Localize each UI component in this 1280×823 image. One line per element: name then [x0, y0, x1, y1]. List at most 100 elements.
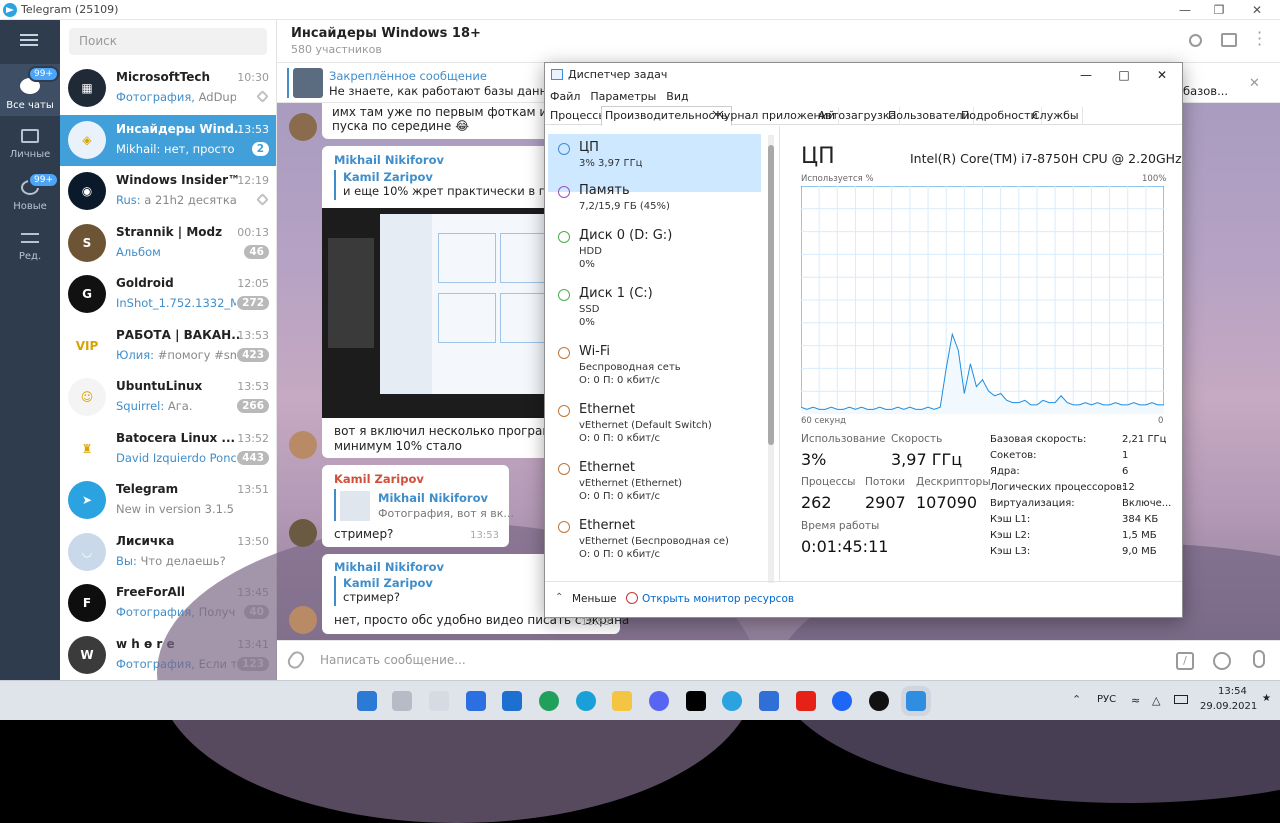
app-4-icon[interactable]	[759, 691, 779, 711]
clock-date[interactable]: 29.09.2021	[1200, 701, 1257, 712]
wifi-icon[interactable]: ≈	[1131, 694, 1140, 707]
menu-icon[interactable]	[20, 34, 38, 46]
youtube-icon[interactable]	[796, 691, 816, 711]
folder-icon	[21, 129, 39, 143]
chevron-up-icon[interactable]: ⌃	[1072, 693, 1081, 706]
maximize-button[interactable]: ❐	[1200, 0, 1238, 20]
menu-options[interactable]: Параметры	[585, 87, 661, 107]
task-view-icon[interactable]	[392, 691, 412, 711]
avatar[interactable]	[289, 519, 317, 547]
sidebar-toggle-icon[interactable]	[1221, 33, 1237, 47]
start-icon[interactable]	[357, 691, 377, 711]
vk-icon[interactable]	[686, 691, 706, 711]
resource-item[interactable]: Ethernet vEthernet (Ethernet) О: 0 П: 0 кб…	[548, 454, 761, 512]
chat-item[interactable]: G Goldroid 12:05InShot_1.752.1332_MO...272	[60, 269, 276, 320]
volume-icon[interactable]: △	[1152, 694, 1160, 707]
resource-item[interactable]: Ethernet vEthernet (Беспроводная се) О: 0 …	[548, 512, 761, 570]
chat-time: 00:13	[237, 225, 269, 239]
folder-new[interactable]: Новые 99+	[0, 170, 60, 216]
resource-ring-icon	[558, 347, 570, 359]
resource-scrollbar[interactable]	[768, 135, 774, 583]
reply-quote[interactable]: Kamil Zaripov стример?	[334, 576, 554, 606]
notifications-icon[interactable]: ★	[1262, 693, 1271, 704]
chat-preview-text: Ага.	[164, 399, 193, 413]
chat-item[interactable]: ◉Windows Insider™ ...12:19Rus: а 21h2 де…	[60, 166, 276, 217]
edge-dev-icon[interactable]	[539, 691, 559, 711]
discord-icon[interactable]	[649, 691, 669, 711]
unread-badge: 443	[237, 450, 269, 465]
search-icon[interactable]	[1189, 34, 1202, 47]
chevron-up-icon[interactable]: ⌃	[555, 592, 563, 603]
resource-item[interactable]: Wi-Fi Беспроводная сеть О: 0 П: 0 кбит/с	[548, 338, 761, 396]
resource-ring-icon	[558, 405, 570, 417]
fewer-details-button[interactable]: Меньше	[572, 593, 617, 605]
resource-list: ЦП 3% 3,97 ГГц Память 7,2/15,9 ГБ (45%) Диск…	[545, 126, 778, 581]
avatar[interactable]	[289, 606, 317, 634]
tm-close-button[interactable]: ✕	[1143, 64, 1181, 86]
message-author[interactable]: Mikhail Nikiforov	[334, 560, 444, 574]
widgets-icon[interactable]	[429, 691, 449, 711]
avatar[interactable]	[289, 431, 317, 459]
folder-label: Новые	[13, 201, 47, 212]
menu-file[interactable]: Файл	[545, 87, 585, 107]
folder-personal[interactable]: Личные	[0, 120, 60, 164]
reply-quote[interactable]: Kamil Zaripov и еще 10% жрет практически…	[334, 170, 562, 200]
chat-name: Telegram	[116, 482, 179, 496]
folder-edit[interactable]: Ред.	[0, 222, 60, 266]
chat-time: 13:53	[237, 380, 269, 393]
spec-value: Включе...	[1122, 498, 1172, 509]
attach-icon[interactable]	[285, 648, 307, 672]
menu-view[interactable]: Вид	[661, 87, 693, 107]
chat-item[interactable]: ☺ UbuntuLinux 13:53 Squirrel: Ага. 266	[60, 372, 276, 423]
avatar[interactable]	[289, 113, 317, 141]
mail-icon[interactable]	[502, 691, 522, 711]
folder-all-chats[interactable]: Все чаты 99+	[0, 64, 60, 116]
resource-title: Wi-Fi	[579, 344, 611, 359]
chat-item[interactable]: ♜ Batocera Linux ... 13:52 David Izquierdo …	[60, 424, 276, 475]
language-indicator[interactable]: РУС	[1097, 694, 1116, 705]
resource-title: Ethernet	[579, 402, 635, 417]
chat-title[interactable]: Инсайдеры Windows 18+	[291, 26, 481, 41]
message-input[interactable]: Написать сообщение...	[320, 653, 466, 667]
unpin-icon[interactable]: ✕	[1249, 76, 1265, 91]
chat-item[interactable]: VIP РАБОТА | ВАКАН... 13:53 Юлия: #помогу #…	[60, 321, 276, 372]
telegram-taskbar-icon[interactable]	[722, 691, 742, 711]
resource-item[interactable]: Диск 0 (D: G:) HDD 0%	[548, 222, 761, 280]
chat-item[interactable]: ▦MicrosoftTech10:30Фотография, AdDuplex:…	[60, 63, 276, 114]
search-input[interactable]: Поиск	[69, 28, 267, 55]
app-compass-icon[interactable]	[869, 691, 889, 711]
app-bolt-icon[interactable]	[832, 691, 852, 711]
close-button[interactable]: ✕	[1238, 0, 1276, 20]
emoji-icon[interactable]	[1213, 652, 1231, 670]
reply-accent	[334, 489, 336, 521]
more-icon[interactable]: · · ·	[1257, 25, 1262, 53]
chat-subtitle: 580 участников	[291, 43, 382, 56]
clock-time[interactable]: 13:54	[1218, 686, 1247, 697]
tm-maximize-button[interactable]: □	[1105, 64, 1143, 86]
chat-item[interactable]: ➤ Telegram 13:51New in version 3.1.5 beta:…	[60, 475, 276, 526]
photo-attachment[interactable]	[322, 208, 562, 418]
task-manager-window: Диспетчер задач — □ ✕ Файл Параметры Вид…	[544, 62, 1183, 618]
file-explorer-icon[interactable]	[612, 691, 632, 711]
minimize-button[interactable]: —	[1166, 0, 1204, 20]
chat-item[interactable]: ◈ Инсайдеры Wind... 13:53 Mikhail: нет, про…	[60, 114, 276, 166]
open-resource-monitor-link[interactable]: Открыть монитор ресурсов	[642, 593, 794, 605]
message-author[interactable]: Mikhail Nikiforov	[334, 153, 444, 167]
chat-item[interactable]: S Strannik | Modz 00:13 Альбом 46	[60, 218, 276, 269]
reply-author[interactable]: Mikhail Nikiforov	[378, 491, 488, 505]
reply-text: стример?	[343, 590, 400, 604]
battery-icon[interactable]	[1174, 695, 1188, 704]
task-manager-taskbar-icon[interactable]	[906, 691, 926, 711]
resource-item[interactable]: Диск 1 (C:) SSD 0%	[548, 280, 761, 338]
microphone-icon[interactable]	[1253, 650, 1265, 668]
resource-ring-icon	[558, 463, 570, 475]
message-author[interactable]: Kamil Zaripov	[334, 472, 424, 486]
resource-item[interactable]: Ethernet vEthernet (Default Switch) О: 0 П…	[548, 396, 761, 454]
todo-icon[interactable]	[466, 691, 486, 711]
commands-icon[interactable]: /	[1176, 652, 1194, 670]
tm-minimize-button[interactable]: —	[1067, 64, 1105, 86]
tab-services[interactable]: Службы	[1029, 107, 1083, 125]
edge-icon[interactable]	[576, 691, 596, 711]
task-manager-icon	[551, 69, 563, 80]
chat-preview-sender: Squirrel:	[116, 399, 165, 413]
